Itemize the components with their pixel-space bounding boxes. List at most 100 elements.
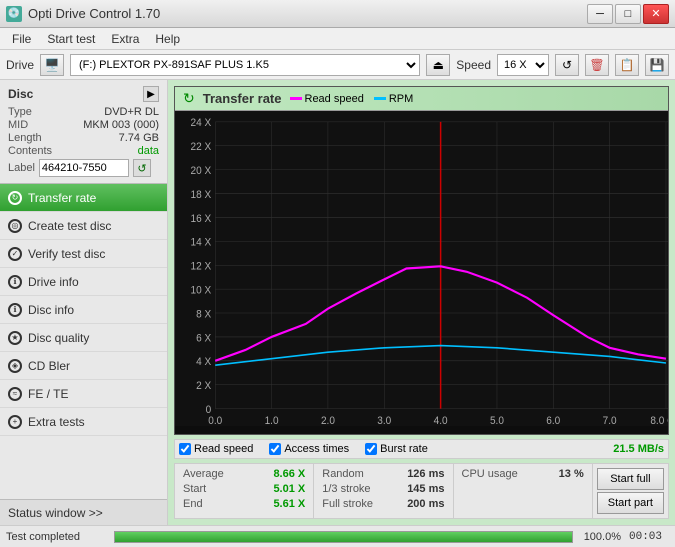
disc-label-row: Label ↺ — [8, 159, 159, 177]
disc-mid-key: MID — [8, 119, 28, 131]
svg-text:14 X: 14 X — [191, 237, 212, 248]
chart-legend: Read speed RPM — [290, 93, 414, 105]
save-button[interactable]: 💾 — [645, 54, 669, 76]
check-read-speed-label: Read speed — [194, 443, 253, 455]
window-controls: ─ □ ✕ — [587, 4, 669, 24]
stat-average-label: Average — [183, 468, 224, 480]
start-part-button[interactable]: Start part — [597, 492, 664, 514]
disc-label-refresh-button[interactable]: ↺ — [133, 159, 151, 177]
nav-icon-disc-quality: ★ — [8, 331, 22, 345]
minimize-button[interactable]: ─ — [587, 4, 613, 24]
nav-icon-extra-tests: + — [8, 415, 22, 429]
nav-extra-tests[interactable]: + Extra tests — [0, 408, 167, 436]
check-burst-rate-input[interactable] — [365, 443, 377, 455]
progress-bar-fill — [115, 532, 572, 542]
drive-select[interactable]: (F:) PLEXTOR PX-891SAF PLUS 1.K5 — [70, 54, 420, 76]
eject-button[interactable]: ⏏ — [426, 54, 450, 76]
sidebar: Disc ▶ Type DVD+R DL MID MKM 003 (000) L… — [0, 80, 168, 525]
svg-text:5.0: 5.0 — [490, 416, 504, 426]
stat-random: Random 126 ms — [322, 468, 444, 480]
burst-rate-number: 21.5 MB/s — [613, 443, 664, 455]
menu-extra[interactable]: Extra — [103, 30, 147, 48]
nav-fe-te[interactable]: ≈ FE / TE — [0, 380, 167, 408]
svg-text:20 X: 20 X — [191, 166, 212, 177]
status-window-button[interactable]: Status window >> — [0, 499, 167, 525]
check-read-speed-input[interactable] — [179, 443, 191, 455]
stat-full-stroke-val: 200 ms — [407, 498, 444, 510]
status-bar: Test completed 100.0% 00:03 — [0, 525, 675, 547]
legend-read-speed: Read speed — [290, 93, 364, 105]
disc-mid-val: MKM 003 (000) — [83, 119, 159, 131]
stat-start: Start 5.01 X — [183, 483, 305, 495]
nav-cd-bler[interactable]: ◈ CD Bler — [0, 352, 167, 380]
check-read-speed[interactable]: Read speed — [179, 443, 253, 455]
start-full-button[interactable]: Start full — [597, 468, 664, 490]
menu-help[interactable]: Help — [147, 30, 188, 48]
disc-label-input[interactable] — [39, 159, 129, 177]
status-window-label: Status window >> — [8, 506, 103, 520]
stat-full-stroke: Full stroke 200 ms — [322, 498, 444, 510]
legend-rpm-color — [374, 97, 386, 100]
svg-text:8.0 GB: 8.0 GB — [650, 416, 668, 426]
nav-create-test-disc[interactable]: ◎ Create test disc — [0, 212, 167, 240]
check-burst-rate[interactable]: Burst rate — [365, 443, 428, 455]
copy-button[interactable]: 📋 — [615, 54, 639, 76]
menu-start-test[interactable]: Start test — [39, 30, 103, 48]
app-icon: 💿 — [6, 6, 22, 22]
speed-select[interactable]: 16 X Max — [497, 54, 549, 76]
refresh-speed-button[interactable]: ↺ — [555, 54, 579, 76]
title-bar: 💿 Opti Drive Control 1.70 ─ □ ✕ — [0, 0, 675, 28]
chart-svg: 24 X 22 X 20 X 18 X 16 X 14 X 12 X 10 X … — [175, 111, 668, 426]
menu-bar: File Start test Extra Help — [0, 28, 675, 50]
restore-button[interactable]: □ — [615, 4, 641, 24]
svg-text:0.0: 0.0 — [208, 416, 222, 426]
check-access-times-input[interactable] — [269, 443, 281, 455]
nav-label-cd-bler: CD Bler — [28, 359, 70, 373]
elapsed-time: 00:03 — [629, 531, 669, 543]
stat-random-val: 126 ms — [407, 468, 444, 480]
disc-type-row: Type DVD+R DL — [8, 106, 159, 118]
stat-cpu-label: CPU usage — [462, 468, 518, 480]
nav-drive-info[interactable]: ℹ Drive info — [0, 268, 167, 296]
nav-disc-quality[interactable]: ★ Disc quality — [0, 324, 167, 352]
disc-type-val: DVD+R DL — [104, 106, 159, 118]
nav-icon-drive-info: ℹ — [8, 275, 22, 289]
nav-icon-transfer-rate: ↻ — [8, 191, 22, 205]
stat-1-3-stroke-val: 145 ms — [407, 483, 444, 495]
chart-header: ↻ Transfer rate Read speed RPM — [175, 87, 668, 111]
nav-label-drive-info: Drive info — [28, 275, 79, 289]
disc-contents-key: Contents — [8, 145, 52, 157]
stat-1-3-stroke: 1/3 stroke 145 ms — [322, 483, 444, 495]
svg-text:10 X: 10 X — [191, 285, 212, 296]
check-access-times[interactable]: Access times — [269, 443, 349, 455]
stat-average: Average 8.66 X — [183, 468, 305, 480]
svg-text:4 X: 4 X — [196, 357, 211, 368]
stat-1-3-stroke-label: 1/3 stroke — [322, 483, 370, 495]
disc-length-key: Length — [8, 132, 42, 144]
svg-text:2.0: 2.0 — [321, 416, 335, 426]
stats-col-3: CPU usage 13 % — [454, 464, 593, 518]
svg-text:0: 0 — [206, 405, 212, 416]
legend-read-label: Read speed — [305, 93, 364, 105]
stat-end: End 5.61 X — [183, 498, 305, 510]
drive-label: Drive — [6, 58, 34, 72]
nav-icon-fe-te: ≈ — [8, 387, 22, 401]
check-access-times-label: Access times — [284, 443, 349, 455]
nav-label-create-test-disc: Create test disc — [28, 219, 111, 233]
menu-file[interactable]: File — [4, 30, 39, 48]
svg-text:4.0: 4.0 — [434, 416, 448, 426]
nav-disc-info[interactable]: ℹ Disc info — [0, 296, 167, 324]
nav-label-fe-te: FE / TE — [28, 387, 68, 401]
close-button[interactable]: ✕ — [643, 4, 669, 24]
nav-icon-cd-bler: ◈ — [8, 359, 22, 373]
burst-rate-value: 21.5 MB/s — [613, 443, 664, 455]
svg-text:6 X: 6 X — [196, 333, 211, 344]
disc-arrow-button[interactable]: ▶ — [143, 86, 159, 102]
nav-label-disc-info: Disc info — [28, 303, 74, 317]
nav-transfer-rate[interactable]: ↻ Transfer rate — [0, 184, 167, 212]
nav-verify-test-disc[interactable]: ✓ Verify test disc — [0, 240, 167, 268]
main-layout: Disc ▶ Type DVD+R DL MID MKM 003 (000) L… — [0, 80, 675, 525]
erase-button[interactable]: 🗑 — [585, 54, 609, 76]
disc-header-label: Disc — [8, 87, 33, 101]
disc-length-row: Length 7.74 GB — [8, 132, 159, 144]
